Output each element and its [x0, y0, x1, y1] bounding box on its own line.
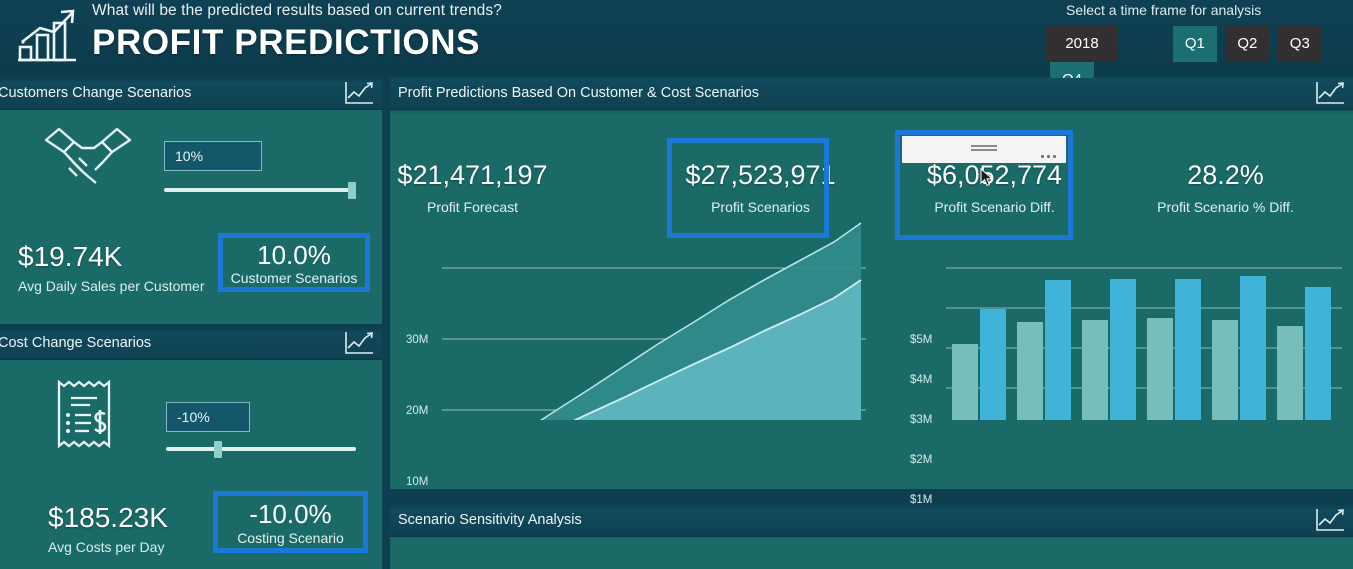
timeframe-quarter-q2[interactable]: Q2	[1225, 26, 1270, 62]
drag-handle-icon[interactable]	[971, 145, 997, 151]
handshake-icon	[38, 125, 138, 196]
more-options-icon[interactable]	[1038, 145, 1056, 163]
timeframe-year-2018[interactable]: 2018	[1046, 26, 1118, 62]
bar-chart-svg	[946, 267, 1342, 420]
timeframe-quarter-q3[interactable]: Q3	[1277, 26, 1322, 62]
y-tick-10m: 10M	[406, 476, 429, 488]
dashboard-root: What will be the predicted results based…	[0, 0, 1353, 569]
kpi-value: 28.2%	[1187, 160, 1264, 190]
card-top-shadow	[390, 110, 1353, 115]
main-card-body: $21,471,197 Profit Forecast $27,523,971 …	[390, 110, 1353, 569]
customer-scenario-slider[interactable]	[164, 182, 356, 199]
avg-daily-sales-value: $19.74K	[18, 241, 123, 272]
timeframe-label: Select a time frame for analysis	[1066, 2, 1262, 18]
line-chart-icon[interactable]	[342, 80, 376, 107]
timeframe-selector: 2018 Q1 Q2 Q3 Q4	[1046, 26, 1353, 98]
scenario-sensitivity-card: Scenario Sensitivity Analysis	[390, 505, 1353, 569]
cost-scenario-input[interactable]: -10%	[166, 402, 250, 432]
card-top-shadow	[390, 505, 1353, 510]
customer-scenarios-value: 10.0%	[257, 240, 331, 270]
line-chart-icon[interactable]	[1313, 80, 1347, 107]
cumulative-area-chart[interactable]: 30M 20M 10M 0M	[398, 222, 868, 559]
customers-card-title: Customers Change Scenarios	[0, 85, 192, 101]
costing-scenario-value: -10.0%	[249, 499, 332, 529]
customers-card-body: 10% $19.74K Avg Daily Sales per Customer…	[0, 78, 382, 324]
slider-thumb[interactable]	[214, 441, 222, 458]
cost-card-body: -10% $185.23K Avg Costs per Day -10.0% C…	[0, 328, 382, 569]
kpi-value: $21,471,197	[397, 160, 548, 190]
slider-track	[164, 188, 356, 192]
app-header: What will be the predicted results based…	[0, 0, 1353, 98]
profit-predictions-card: Profit Predictions Based On Customer & C…	[390, 78, 1353, 569]
mouse-pointer-icon	[980, 167, 994, 188]
timeframe-quarter-q1[interactable]: Q1	[1172, 26, 1217, 62]
y-tick-2m: $2M	[910, 454, 933, 466]
line-chart-icon[interactable]	[342, 330, 376, 357]
customer-scenario-input[interactable]: 10%	[164, 141, 262, 171]
growth-bar-chart-icon	[12, 6, 82, 68]
receipt-dollar-icon	[45, 374, 125, 459]
cost-change-scenarios-card: Cost Change Scenarios -10% $185.23K Avg …	[0, 328, 382, 569]
customer-scenarios-highlight[interactable]: 10.0% Customer Scenarios	[218, 233, 370, 292]
visual-hover-chrome	[902, 136, 1066, 163]
avg-costs-value: $185.23K	[48, 502, 168, 533]
customer-scenarios-label: Customer Scenarios	[230, 270, 358, 286]
slider-track	[166, 447, 356, 451]
main-card-header: Profit Predictions Based On Customer & C…	[390, 78, 1353, 110]
cost-scenario-slider[interactable]	[166, 441, 356, 458]
header-question: What will be the predicted results based…	[92, 2, 502, 19]
avg-costs-label: Avg Costs per Day	[48, 539, 165, 555]
card-top-shadow	[0, 78, 382, 83]
costing-scenario-label: Costing Scenario	[237, 530, 344, 546]
monthly-profit-bar-chart[interactable]: $5M $4M $3M $2M $1M $0M	[890, 260, 1345, 569]
cost-card-title: Cost Change Scenarios	[0, 335, 152, 351]
customers-change-scenarios-card: Customers Change Scenarios 10% $19.74K A…	[0, 78, 382, 324]
slider-thumb[interactable]	[348, 182, 356, 199]
sensitivity-card-body	[390, 505, 1353, 569]
card-top-shadow	[0, 328, 382, 333]
costing-scenario-highlight[interactable]: -10.0% Costing Scenario	[213, 491, 368, 553]
line-chart-icon[interactable]	[1313, 507, 1347, 534]
page-title: PROFIT PREDICTIONS	[92, 23, 481, 62]
area-chart-svg	[442, 222, 866, 420]
sensitivity-card-title: Scenario Sensitivity Analysis	[398, 512, 582, 528]
main-card-title: Profit Predictions Based On Customer & C…	[398, 85, 760, 101]
avg-daily-sales-label: Avg Daily Sales per Customer	[18, 278, 205, 294]
